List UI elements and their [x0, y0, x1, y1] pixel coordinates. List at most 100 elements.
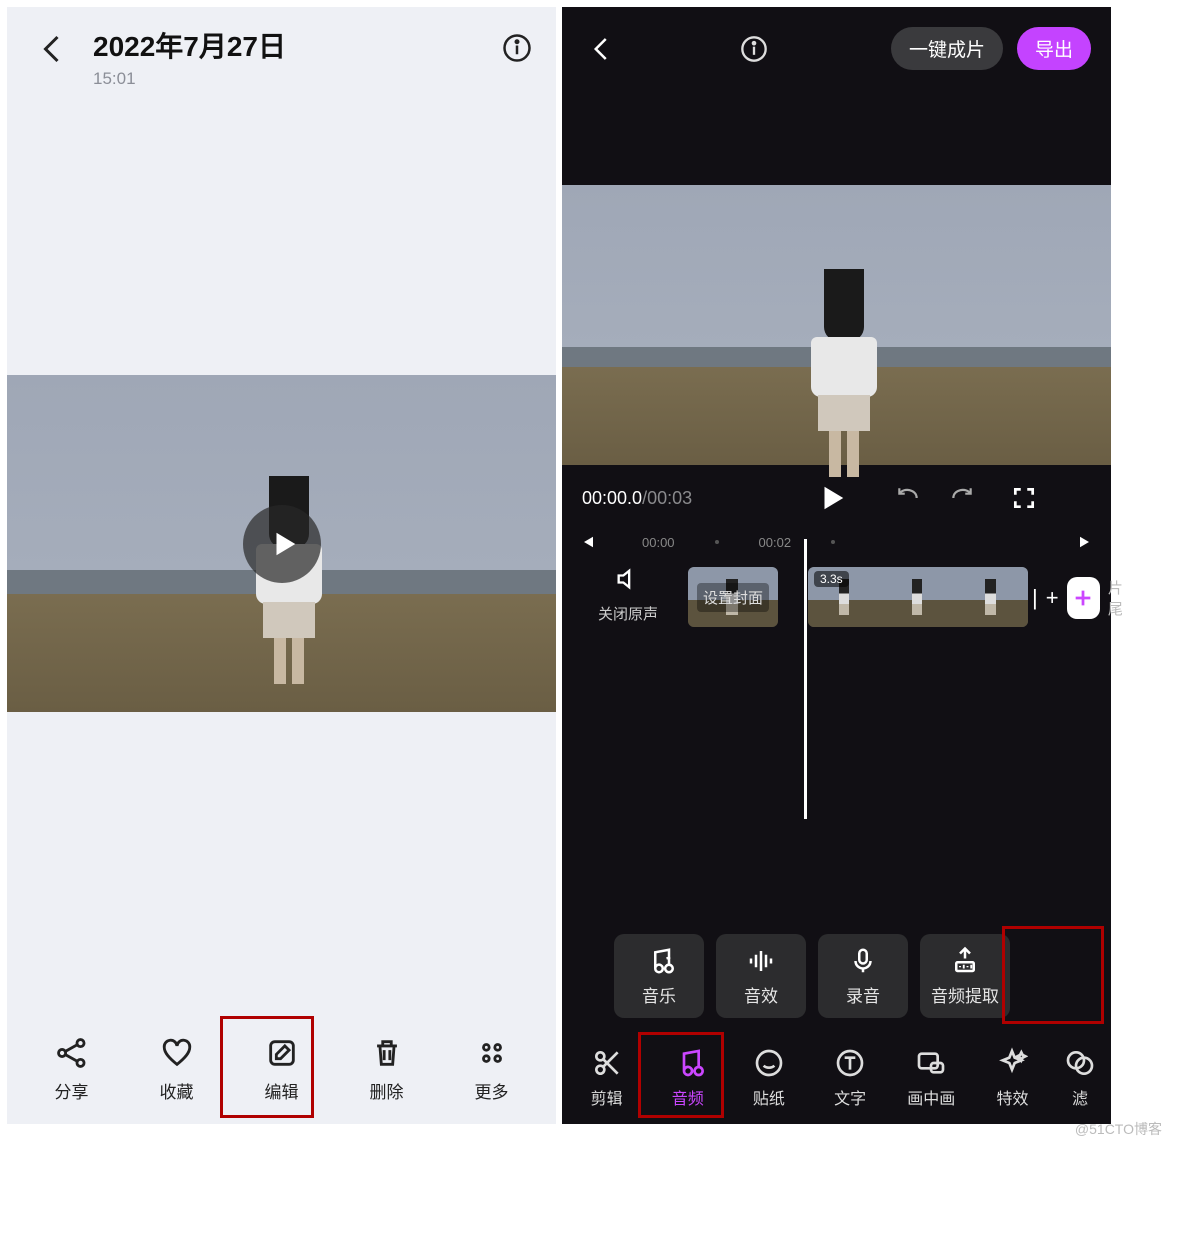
ruler-tick: 00:00: [642, 535, 675, 550]
scene-art: [562, 185, 1111, 465]
video-clip[interactable]: 3.3s: [808, 567, 1028, 627]
pip-icon: [915, 1047, 947, 1079]
ruler-dot: [831, 540, 835, 544]
audio-tools: 音乐 音效 录音 音频提取: [614, 934, 1010, 1018]
sticker-icon: [753, 1047, 785, 1079]
back-icon[interactable]: [35, 31, 71, 67]
tab-label: 音频: [672, 1085, 704, 1109]
export-button[interactable]: 导出: [1017, 27, 1091, 70]
back-icon[interactable]: [587, 34, 617, 64]
favorite-label: 收藏: [160, 1078, 194, 1103]
tab-label: 文字: [834, 1085, 866, 1109]
video-editor: 一键成片 导出 00:00.0 / 00:03 00:00 00:02: [562, 7, 1111, 1124]
play-icon[interactable]: [817, 483, 847, 513]
favorite-button[interactable]: 收藏: [141, 1036, 213, 1103]
skip-next-icon[interactable]: [1077, 533, 1095, 551]
more-icon: [475, 1036, 509, 1070]
music-label: 音乐: [642, 982, 676, 1007]
skip-prev-icon[interactable]: [578, 533, 596, 551]
fullscreen-icon[interactable]: [1011, 485, 1037, 511]
clip-handle[interactable]: |: [1032, 585, 1038, 611]
set-cover-button[interactable]: 设置封面: [688, 567, 778, 627]
editor-header: 一键成片 导出: [562, 7, 1111, 70]
tab-cut[interactable]: 剪辑: [576, 1047, 637, 1109]
tab-sticker[interactable]: 贴纸: [738, 1047, 799, 1109]
delete-label: 删除: [370, 1078, 404, 1103]
play-icon: [269, 529, 299, 559]
more-button[interactable]: 更多: [456, 1036, 528, 1103]
tab-label: 滤: [1072, 1085, 1088, 1109]
edit-icon: [265, 1036, 299, 1070]
editor-preview[interactable]: [562, 185, 1111, 465]
gallery-date: 2022年7月27日: [93, 25, 286, 65]
extract-label: 音频提取: [931, 982, 999, 1007]
gallery-time: 15:01: [93, 69, 286, 89]
clip-duration: 3.3s: [814, 571, 849, 587]
clip-thumb: [955, 567, 1028, 627]
redo-icon[interactable]: [949, 485, 975, 511]
clip-thumb: [881, 567, 954, 627]
timeline[interactable]: 关闭原声 设置封面 3.3s | + 片尾: [562, 559, 1111, 649]
filter-icon: [1064, 1047, 1096, 1079]
share-label: 分享: [55, 1078, 89, 1103]
plus-icon: [1072, 587, 1094, 609]
tab-pip[interactable]: 画中画: [901, 1047, 962, 1109]
tab-label: 特效: [996, 1085, 1028, 1109]
gallery-header: 2022年7月27日 15:01: [7, 7, 556, 89]
tab-label: 画中画: [907, 1085, 955, 1109]
playhead[interactable]: [804, 539, 807, 819]
tab-filter[interactable]: 滤: [1063, 1047, 1097, 1109]
music-button[interactable]: 音乐: [614, 934, 704, 1018]
text-icon: [834, 1047, 866, 1079]
share-icon: [55, 1036, 89, 1070]
tab-label: 贴纸: [753, 1085, 785, 1109]
mic-icon: [848, 946, 878, 976]
soundwave-icon: [746, 946, 776, 976]
add-clip-button[interactable]: [1067, 577, 1100, 619]
tab-effect[interactable]: 特效: [982, 1047, 1043, 1109]
video-thumbnail[interactable]: [7, 375, 556, 712]
ruler-tick: 00:02: [759, 535, 792, 550]
plus-label: +: [1046, 585, 1059, 611]
music-note-icon: [644, 946, 674, 976]
mute-label: 关闭原声: [592, 603, 664, 624]
scissors-icon: [591, 1047, 623, 1079]
sfx-button[interactable]: 音效: [716, 934, 806, 1018]
tab-label: 剪辑: [591, 1085, 623, 1109]
tab-audio[interactable]: 音频: [657, 1047, 718, 1109]
gallery-title-block: 2022年7月27日 15:01: [93, 25, 286, 89]
more-label: 更多: [475, 1078, 509, 1103]
info-icon[interactable]: [740, 35, 768, 63]
ruler-dot: [715, 540, 719, 544]
trash-icon: [370, 1036, 404, 1070]
share-button[interactable]: 分享: [36, 1036, 108, 1103]
play-button[interactable]: [243, 505, 321, 583]
undo-icon[interactable]: [895, 485, 921, 511]
speaker-icon: [614, 565, 642, 593]
info-icon[interactable]: [502, 33, 532, 63]
timeline-ruler[interactable]: 00:00 00:02: [562, 531, 1111, 553]
current-time: 00:00.0: [582, 488, 642, 509]
duration-time: 00:03: [647, 488, 692, 509]
oneclick-button[interactable]: 一键成片: [891, 27, 1003, 70]
sparkle-icon: [996, 1047, 1028, 1079]
editor-bottombar: 剪辑 音频 贴纸 文字 画中画 特效: [562, 1032, 1111, 1124]
extract-audio-button[interactable]: 音频提取: [920, 934, 1010, 1018]
add-clip: | + 片尾: [1032, 577, 1132, 619]
sfx-label: 音效: [744, 982, 778, 1007]
record-button[interactable]: 录音: [818, 934, 908, 1018]
record-label: 录音: [846, 982, 880, 1007]
gallery-toolbar: 分享 收藏 编辑 删除 更多: [7, 1014, 556, 1124]
cover-label: 设置封面: [697, 583, 769, 612]
gallery-viewer: 2022年7月27日 15:01 分享 收藏: [7, 7, 556, 1124]
heart-icon: [160, 1036, 194, 1070]
delete-button[interactable]: 删除: [351, 1036, 423, 1103]
highlight-extract: [1002, 926, 1104, 1024]
edit-button[interactable]: 编辑: [246, 1036, 318, 1103]
mute-original-button[interactable]: 关闭原声: [592, 565, 664, 624]
tail-label: 片尾: [1108, 577, 1132, 619]
extract-icon: [950, 946, 980, 976]
music-icon: [672, 1047, 704, 1079]
tab-text[interactable]: 文字: [820, 1047, 881, 1109]
watermark: @51CTO博客: [1075, 1119, 1162, 1139]
